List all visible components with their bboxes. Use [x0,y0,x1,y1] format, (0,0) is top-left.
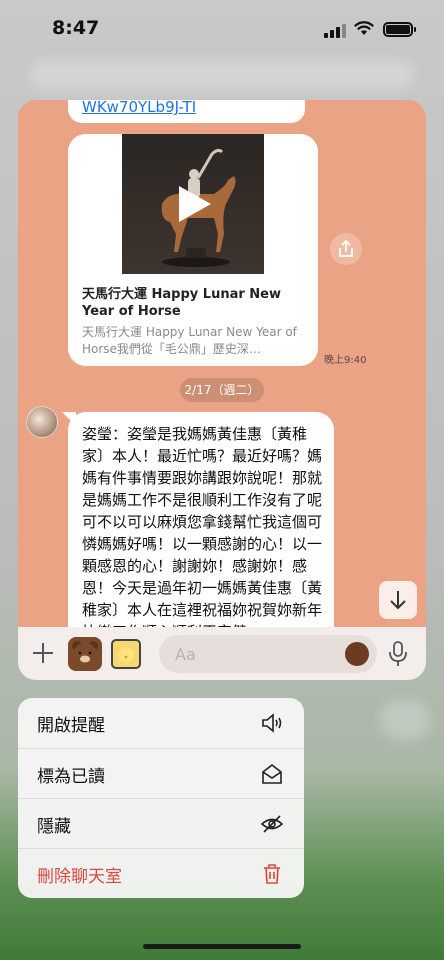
menu-item-label: 標為已讀 [37,767,105,787]
share-button[interactable] [330,233,362,265]
video-title: 天馬行大運 Happy Lunar New Year of Horse [82,287,281,319]
video-card[interactable]: 天馬行大運 Happy Lunar New Year of Horse 天馬行大… [68,134,318,366]
menu-item-label: 開啟提醒 [37,716,105,736]
link-message-bubble[interactable]: WKw70YLb9J-TI [68,100,305,123]
share-icon [339,239,353,257]
menu-item-turn-on-notifications[interactable]: 開啟提醒 [18,698,304,748]
context-menu: 開啟提醒 標為已讀 隱藏 刪除聊天室 [18,698,304,898]
microphone-icon[interactable] [387,640,409,668]
message-input-bar [18,627,426,680]
message-text: 姿瑩：姿瑩是我媽媽黃佳惠〔黃稚家〕本人！最近忙嗎？最近好嗎？媽媽有件事情要跟妳講… [82,425,323,641]
battery-icon [383,22,416,37]
sticker-bear-icon[interactable] [68,637,102,671]
menu-item-delete-chat[interactable]: 刪除聊天室 [18,848,304,898]
video-thumbnail[interactable] [68,134,318,274]
plus-icon[interactable] [30,640,56,666]
scroll-to-bottom-button[interactable] [379,581,417,619]
signal-icon [324,24,346,38]
eye-off-icon [260,815,284,833]
message-field[interactable] [159,635,377,673]
sticker-chick-icon[interactable] [111,639,141,669]
menu-item-label: 隱藏 [37,817,71,837]
menu-item-mark-as-read[interactable]: 標為已讀 [18,748,304,798]
message-timestamp: 晚上9:40 [324,355,367,366]
speaker-icon [262,713,282,733]
status-bar: 8:47 [0,0,444,60]
video-description: 天馬行大運 Happy Lunar New Year of Horse我們從「毛… [82,325,297,356]
status-time: 8:47 [52,17,100,39]
wifi-icon [354,21,374,35]
menu-item-hide[interactable]: 隱藏 [18,798,304,848]
date-separator: 2/17（週二） [180,378,264,402]
arrow-down-icon [390,591,406,610]
menu-item-label: 刪除聊天室 [37,867,122,887]
play-icon[interactable] [173,184,213,224]
envelope-open-icon [262,763,282,784]
avatar[interactable] [26,406,58,438]
home-indicator [143,944,301,949]
message-input[interactable] [159,635,329,673]
chat-preview: WKw70YLb9J-TI 天馬行大運 Happy Lunar New Year… [18,100,426,680]
emoji-icon[interactable] [345,642,369,666]
link-text[interactable]: WKw70YLb9J-TI [82,100,196,116]
trash-icon [264,864,280,884]
